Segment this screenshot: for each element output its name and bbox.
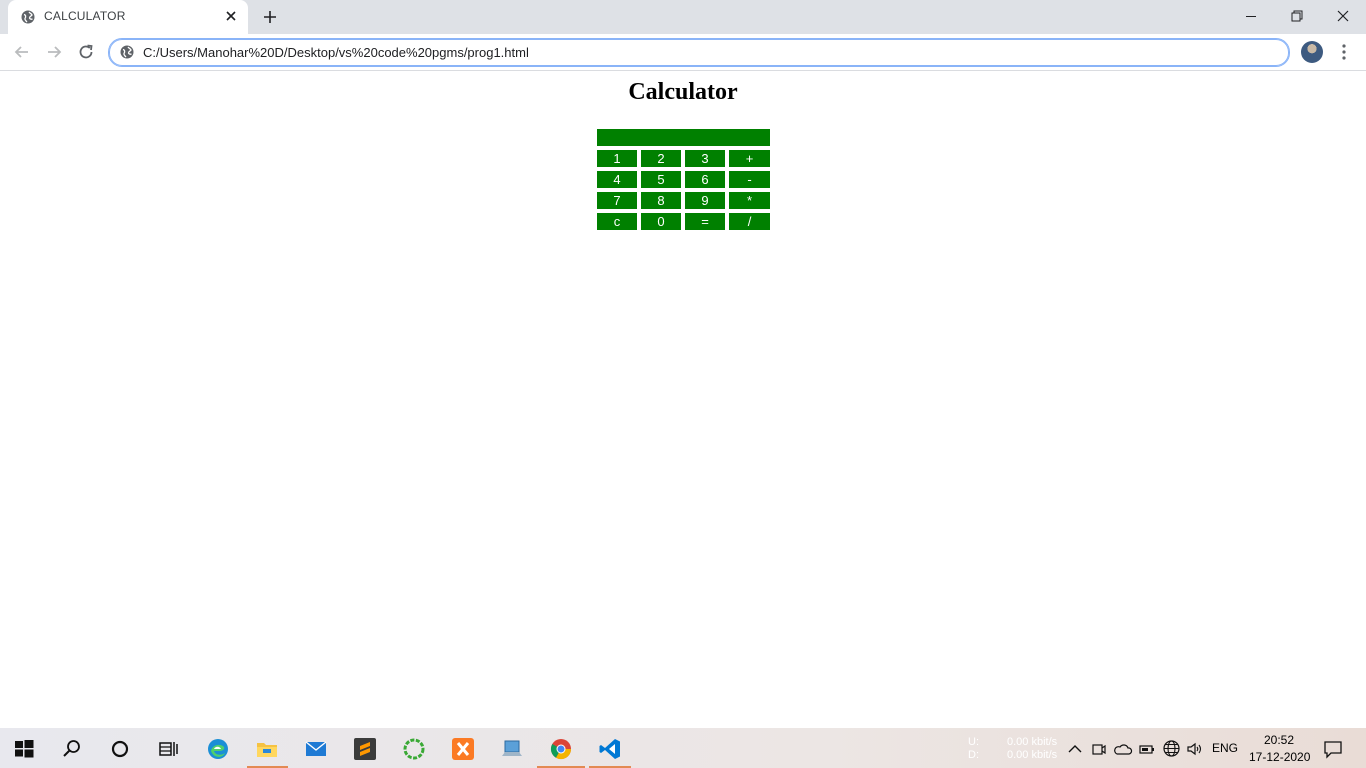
page-content: Calculator 1 2 3 + 4 5 6 - 7 8 9 * c 0 =… [0, 71, 1366, 728]
vscode-icon[interactable] [598, 737, 622, 761]
clock-date[interactable]: 17-12-2020 [1249, 750, 1310, 764]
browser-tab[interactable]: CALCULATOR [8, 0, 248, 34]
new-tab-icon[interactable] [262, 9, 278, 25]
key-5[interactable]: 5 [641, 171, 681, 188]
address-bar[interactable]: C:/Users/Manohar%20D/Desktop/vs%20code%2… [108, 38, 1290, 67]
key-2[interactable]: 2 [641, 150, 681, 167]
clock-time[interactable]: 20:52 [1264, 733, 1294, 747]
meet-now-icon[interactable] [1090, 740, 1108, 758]
reload-icon[interactable] [76, 42, 96, 62]
key-4[interactable]: 4 [597, 171, 637, 188]
page-title: Calculator [628, 79, 738, 105]
forward-icon[interactable] [44, 42, 64, 62]
profile-avatar[interactable] [1301, 41, 1323, 63]
key-7[interactable]: 7 [597, 192, 637, 209]
key-clear[interactable]: c [597, 213, 637, 230]
tab-title: CALCULATOR [44, 9, 126, 23]
key-multiply[interactable]: * [729, 192, 770, 209]
menu-icon[interactable] [1336, 43, 1352, 61]
back-icon[interactable] [12, 42, 32, 62]
restore-icon[interactable] [1289, 8, 1305, 24]
search-icon[interactable] [60, 737, 84, 761]
task-view-icon[interactable] [156, 737, 180, 761]
url-text: C:/Users/Manohar%20D/Desktop/vs%20code%2… [143, 45, 529, 60]
key-3[interactable]: 3 [685, 150, 725, 167]
net-up-label: U: [968, 736, 979, 748]
key-minus[interactable]: - [729, 171, 770, 188]
chrome-icon[interactable] [549, 737, 573, 761]
close-tab-icon[interactable] [224, 9, 238, 23]
network-globe-icon[interactable] [1162, 739, 1181, 758]
globe-icon [120, 45, 134, 59]
key-8[interactable]: 8 [641, 192, 681, 209]
key-6[interactable]: 6 [685, 171, 725, 188]
key-9[interactable]: 9 [685, 192, 725, 209]
laptop-app-icon[interactable] [500, 737, 524, 761]
mail-icon[interactable] [304, 737, 328, 761]
windows-start-icon[interactable] [12, 737, 36, 761]
globe-icon [21, 10, 35, 24]
key-plus[interactable]: + [729, 150, 770, 167]
net-up-speed: 0.00 kbit/s [1007, 736, 1058, 748]
edge-icon[interactable] [206, 737, 230, 761]
key-divide[interactable]: / [729, 213, 770, 230]
file-explorer-icon[interactable] [255, 737, 279, 761]
key-1[interactable]: 1 [597, 150, 637, 167]
chevron-up-icon[interactable] [1066, 740, 1084, 758]
minimize-icon[interactable] [1243, 8, 1259, 24]
key-equals[interactable]: = [685, 213, 725, 230]
notifications-icon[interactable] [1322, 738, 1344, 760]
close-window-icon[interactable] [1335, 8, 1351, 24]
battery-icon[interactable] [1138, 740, 1156, 758]
language-indicator[interactable]: ENG [1212, 741, 1238, 755]
sublime-text-icon[interactable] [353, 737, 377, 761]
green-app-icon[interactable] [402, 737, 426, 761]
onedrive-icon[interactable] [1113, 740, 1133, 758]
speaker-icon[interactable] [1185, 740, 1204, 758]
key-0[interactable]: 0 [641, 213, 681, 230]
calculator-display[interactable] [597, 129, 770, 146]
net-down-speed: 0.00 kbit/s [1007, 749, 1058, 761]
cortana-icon[interactable] [108, 737, 132, 761]
browser-titlebar: CALCULATOR [0, 0, 1366, 34]
net-down-label: D: [968, 749, 979, 761]
xampp-icon[interactable] [451, 737, 475, 761]
